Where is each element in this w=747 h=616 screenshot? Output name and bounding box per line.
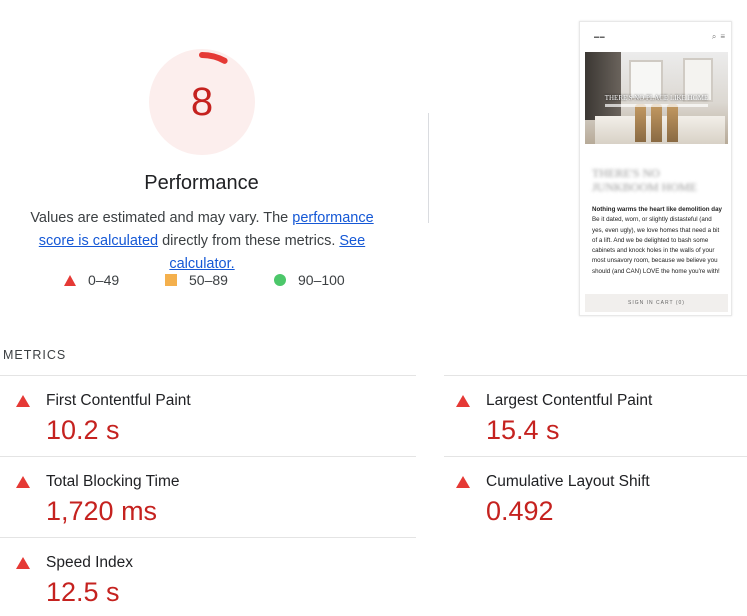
metric-value: 12.5 s <box>46 577 120 607</box>
metric-speed-index: Speed Index 12.5 s <box>16 549 316 616</box>
search-icon: ⌕ <box>711 32 717 41</box>
legend-label: 90–100 <box>298 272 345 288</box>
performance-score-gauge: 8 <box>149 49 255 155</box>
legend-item-pass: 90–100 <box>274 272 345 288</box>
metrics-heading: METRICS <box>3 348 67 362</box>
metric-largest-contentful-paint: Largest Contentful Paint 15.4 s <box>456 387 747 467</box>
thumbnail-nav: ▬▬ ⌕ ≡ <box>580 22 731 52</box>
thumbnail-body-text: Nothing warms the heart like demolition … <box>592 205 722 277</box>
divider <box>0 375 416 376</box>
legend-label: 0–49 <box>88 272 120 288</box>
green-circle-icon <box>274 274 286 286</box>
body-bold: Nothing warms the heart like demolition … <box>592 206 722 213</box>
description-text-1: Values are estimated and may vary. The <box>30 210 293 226</box>
metric-label: First Contentful Paint <box>46 392 191 409</box>
divider <box>444 375 747 376</box>
metric-total-blocking-time: Total Blocking Time 1,720 ms <box>16 468 316 548</box>
metric-label: Total Blocking Time <box>46 473 180 490</box>
vertical-divider <box>428 113 429 223</box>
metric-value: 1,720 ms <box>46 496 158 526</box>
description-text-2: directly from these metrics. <box>158 233 340 249</box>
metric-label: Speed Index <box>46 554 134 571</box>
metric-first-contentful-paint: First Contentful Paint 10.2 s <box>16 387 316 467</box>
page-screenshot-thumbnail[interactable]: ▬▬ ⌕ ≡ THERE'S NO PLACE LIKE HOME THERE'… <box>579 21 732 316</box>
score-value: 8 <box>190 79 214 124</box>
thumbnail-logo: ▬▬ <box>594 34 606 40</box>
thumbnail-hero-image: THERE'S NO PLACE LIKE HOME <box>585 52 728 144</box>
orange-square-icon <box>165 274 177 286</box>
warning-triangle-icon <box>16 557 30 569</box>
metric-value: 10.2 s <box>46 415 120 445</box>
legend-item-average: 50–89 <box>165 272 228 288</box>
thumbnail-blurred-heading: THERE'S NO JUNKBOOM HOME <box>592 166 698 194</box>
warning-triangle-icon <box>16 395 30 407</box>
warning-triangle-icon <box>456 476 470 488</box>
warning-triangle-icon <box>16 476 30 488</box>
performance-title: Performance <box>144 172 259 194</box>
menu-icon: ≡ <box>720 32 725 41</box>
thumbnail-footer: SIGN IN CART (0) <box>585 294 728 312</box>
warning-triangle-icon <box>456 395 470 407</box>
metric-cumulative-layout-shift: Cumulative Layout Shift 0.492 <box>456 468 747 548</box>
metric-value: 15.4 s <box>486 415 560 445</box>
metric-label: Cumulative Layout Shift <box>486 473 650 490</box>
legend-label: 50–89 <box>189 272 228 288</box>
body-rest: Be it dated, worn, or slightly distastef… <box>592 216 720 275</box>
metric-value: 0.492 <box>486 496 554 526</box>
performance-description: Values are estimated and may vary. The p… <box>12 207 392 276</box>
metric-label: Largest Contentful Paint <box>486 392 653 409</box>
thumbnail-nav-icons: ⌕ ≡ <box>712 32 725 42</box>
lighthouse-report: 8 Performance Values are estimated and m… <box>0 0 747 616</box>
legend-item-fail: 0–49 <box>64 272 119 288</box>
score-legend: 0–49 50–89 90–100 <box>0 272 403 292</box>
red-triangle-icon <box>64 274 76 286</box>
hero-caption: THERE'S NO PLACE LIKE HOME <box>604 94 709 102</box>
